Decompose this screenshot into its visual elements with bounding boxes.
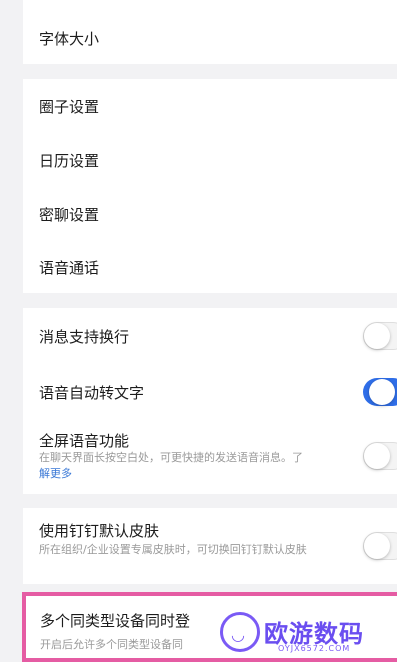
section-skin: 使用钉钉默认皮肤 所在组织/企业设置专属皮肤时，可切换回钉钉默认皮肤 xyxy=(23,508,397,584)
fullscreen-voice-label: 全屏语音功能 xyxy=(39,432,130,450)
default-skin-desc: 所在组织/企业设置专属皮肤时，可切换回钉钉默认皮肤 xyxy=(39,543,307,556)
multi-device-desc: 开启后允许多个同类型设备同 xyxy=(40,638,183,651)
section-general: 圈子设置 日历设置 密聊设置 语音通话 xyxy=(23,79,397,293)
voice-to-text-row: 语音自动转文字 xyxy=(23,362,397,416)
fullscreen-voice-row: 全屏语音功能 在聊天界面长按空白处，可更快捷的发送语音消息。了 解更多 xyxy=(23,416,397,494)
toggle-knob xyxy=(364,443,390,469)
watermark-url: OYJX6572.COM xyxy=(278,644,351,653)
default-skin-toggle[interactable] xyxy=(363,532,397,560)
font-size-row[interactable]: 字体大小 xyxy=(23,0,397,64)
voice-call-label: 语音通话 xyxy=(39,259,100,277)
section-font: 字体大小 xyxy=(23,0,397,64)
circle-settings-row[interactable]: 圈子设置 xyxy=(23,79,397,133)
toggle-knob xyxy=(364,323,390,349)
msg-wrap-toggle[interactable] xyxy=(363,322,397,350)
msg-wrap-label: 消息支持换行 xyxy=(39,328,130,346)
learn-more-link[interactable]: 解更多 xyxy=(39,467,72,480)
fullscreen-voice-toggle[interactable] xyxy=(363,442,397,470)
calendar-settings-row[interactable]: 日历设置 xyxy=(23,133,397,187)
secret-chat-settings-label: 密聊设置 xyxy=(39,206,100,224)
toggle-knob xyxy=(369,379,395,405)
voice-to-text-toggle[interactable] xyxy=(363,378,397,406)
watermark: ◡ 欧游数码 OYJX6572.COM xyxy=(220,612,397,659)
multi-device-label: 多个同类型设备同时登 xyxy=(40,612,191,630)
secret-chat-settings-row[interactable]: 密聊设置 xyxy=(23,187,397,241)
fullscreen-voice-desc-text: 在聊天界面长按空白处，可更快捷的发送语音消息。了 xyxy=(39,451,303,464)
toggle-knob xyxy=(364,533,390,559)
default-skin-row: 使用钉钉默认皮肤 所在组织/企业设置专属皮肤时，可切换回钉钉默认皮肤 xyxy=(23,508,397,584)
msg-wrap-row: 消息支持换行 xyxy=(23,308,397,362)
circle-settings-label: 圈子设置 xyxy=(39,98,100,116)
watermark-logo-icon: ◡ xyxy=(220,612,260,652)
calendar-settings-label: 日历设置 xyxy=(39,152,100,170)
default-skin-label: 使用钉钉默认皮肤 xyxy=(39,522,160,540)
fullscreen-voice-desc: 在聊天界面长按空白处，可更快捷的发送语音消息。了 解更多 xyxy=(39,450,349,482)
voice-to-text-label: 语音自动转文字 xyxy=(39,384,145,402)
font-size-label: 字体大小 xyxy=(39,30,100,48)
voice-call-row[interactable]: 语音通话 xyxy=(23,241,397,293)
section-toggles: 消息支持换行 语音自动转文字 全屏语音功能 在聊天界面长按空白处，可更快捷的发送… xyxy=(23,308,397,494)
